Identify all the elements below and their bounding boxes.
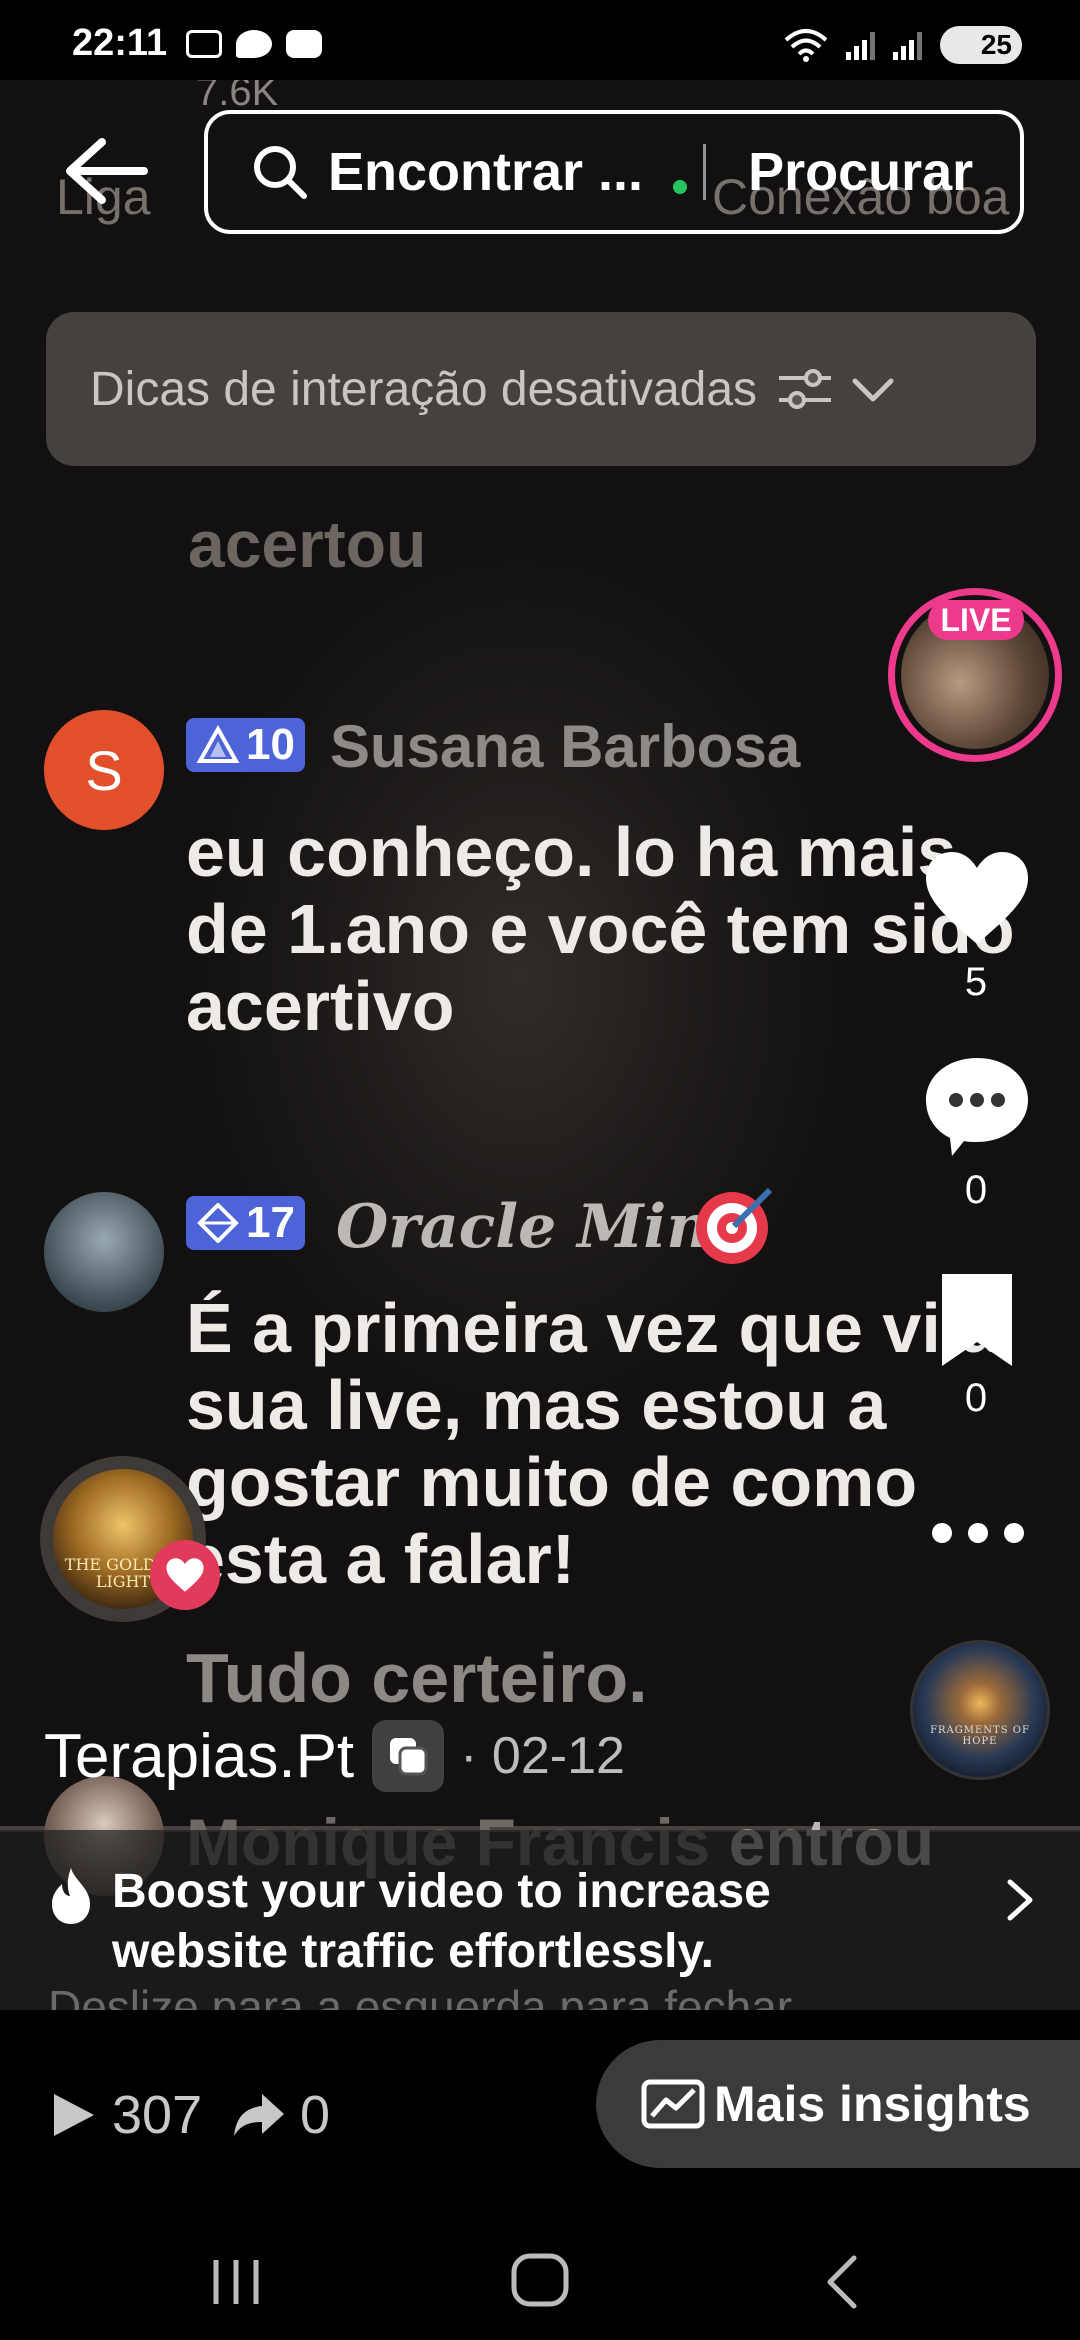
chat-message: eu conheço. lo ha mais de 1.ano e você t… xyxy=(186,813,1015,1045)
chevron-right-icon[interactable] xyxy=(1000,1876,1040,1924)
notification-icons xyxy=(186,30,322,58)
sliders-icon xyxy=(779,369,832,409)
system-indicators: 25 xyxy=(784,26,1022,64)
back-button[interactable] xyxy=(60,136,150,206)
heart-badge xyxy=(150,1540,220,1610)
interaction-tips-bar[interactable]: Dicas de interação desativadas xyxy=(46,312,1036,466)
signal-icon-1 xyxy=(846,30,875,60)
chat-bubble-icon xyxy=(236,30,272,58)
chart-icon xyxy=(641,2079,705,2129)
youtube-icon xyxy=(286,30,322,58)
comment-count: 0 xyxy=(964,1168,988,1212)
music-disc-label: FRAGMENTS OF HOPE xyxy=(930,1725,1030,1747)
signal-icon-2 xyxy=(893,30,922,60)
boost-text: Boost your video to increase website tra… xyxy=(112,1865,771,1978)
flame-icon xyxy=(52,1868,90,1924)
search-bar[interactable]: Encontrar ... Procurar xyxy=(204,110,1024,234)
level-badge: 10 xyxy=(186,718,305,772)
target-icon xyxy=(696,1187,773,1264)
save-count: 0 xyxy=(964,1376,988,1420)
bookmark-icon[interactable] xyxy=(936,1270,1018,1370)
tips-label: Dicas de interação desativadas xyxy=(90,362,758,416)
post-date: · 02-12 xyxy=(460,1727,625,1785)
back-arrow-icon xyxy=(66,138,148,204)
search-button[interactable]: Procurar xyxy=(748,141,973,203)
play-stat: 307 xyxy=(50,2084,202,2146)
share-stat: 0 xyxy=(232,2084,330,2146)
level-badge: 17 xyxy=(186,1196,305,1250)
level-number: 10 xyxy=(246,720,295,769)
more-insights-button[interactable]: Mais insights xyxy=(596,2040,1080,2168)
creator-info[interactable]: Terapias.Pt · 02-12 xyxy=(44,1720,625,1792)
creator-name[interactable]: Terapias.Pt xyxy=(44,1721,354,1792)
heart-icon xyxy=(166,1558,204,1592)
search-input[interactable]: Encontrar ... xyxy=(328,141,643,203)
level-number: 17 xyxy=(246,1198,295,1247)
search-divider xyxy=(703,144,707,200)
recent-apps-icon[interactable] xyxy=(206,2254,266,2310)
screenshot-icon xyxy=(186,30,222,58)
bottom-stats-bar: 307 0 Mais insights xyxy=(0,2010,1080,2210)
chevron-down-icon[interactable] xyxy=(849,369,897,409)
level-triangle-icon xyxy=(196,725,240,763)
search-icon xyxy=(254,146,307,199)
more-options-icon[interactable] xyxy=(926,1518,1030,1548)
chat-username: Susana Barbosa xyxy=(330,713,801,780)
avatar xyxy=(44,1192,164,1312)
status-bar: 22:11 25 xyxy=(0,0,1080,80)
copy-button[interactable] xyxy=(372,1720,445,1792)
status-time: 22:11 xyxy=(72,22,168,64)
battery-indicator: 25 xyxy=(940,26,1022,64)
ghost-chat-line: Tudo certeiro. xyxy=(186,1639,648,1717)
level-diamond-icon xyxy=(197,1203,239,1243)
insights-label: Mais insights xyxy=(714,2076,1031,2132)
comment-icon[interactable] xyxy=(922,1054,1032,1158)
music-disc-button[interactable]: FRAGMENTS OF HOPE xyxy=(910,1640,1050,1780)
play-icon xyxy=(54,2094,94,2136)
share-arrow-icon xyxy=(234,2094,284,2136)
copy-icon xyxy=(390,1738,428,1776)
home-icon[interactable] xyxy=(508,2250,572,2310)
live-badge: LIVE xyxy=(928,600,1024,640)
play-count: 307 xyxy=(112,2085,203,2145)
system-nav-bar xyxy=(0,2210,1080,2340)
boost-banner[interactable]: Boost your video to increase website tra… xyxy=(0,1830,1080,2033)
share-count: 0 xyxy=(300,2085,331,2145)
online-dot xyxy=(673,180,688,194)
ghost-chat-line: acertou xyxy=(188,507,427,581)
like-count: 5 xyxy=(964,960,988,1004)
heart-icon[interactable] xyxy=(922,850,1032,946)
avatar: S xyxy=(44,710,164,830)
avatar-letter: S xyxy=(85,738,123,802)
back-icon[interactable] xyxy=(822,2252,862,2312)
chat-message: É a primeira vez que vi a sua live, mas … xyxy=(186,1289,1000,1598)
wifi-icon xyxy=(784,29,828,62)
